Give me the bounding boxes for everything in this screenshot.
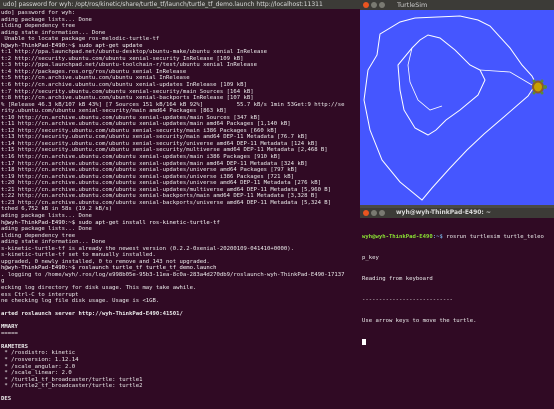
main-terminal-titlebar[interactable]: udo] password for wyh: /opt/ros/kinetic/… (0, 0, 360, 9)
turtle-icon (532, 79, 547, 95)
prompt-user: wyh@wyh-ThinkPad-E490 (362, 234, 433, 240)
turtlesim-title: TurtleSim (397, 1, 428, 9)
main-terminal-title: udo] password for wyh: /opt/ros/kinetic/… (3, 1, 323, 8)
terminal-line: . logging to /home/wyh/.ros/log/e998b05e… (1, 271, 345, 278)
terminal-line: t:20 http://cn.archive.ubuntu.com/ubuntu… (1, 180, 321, 187)
turtlesim-canvas (360, 10, 554, 205)
maximize-icon[interactable] (379, 210, 385, 216)
close-icon[interactable] (363, 210, 369, 216)
teleop-terminal-window[interactable]: wyh@wyh-ThinkPad-E490: ~ wyh@wyh-ThinkPa… (360, 208, 554, 409)
main-terminal-output[interactable]: udo] password for wyh: ading package list… (0, 9, 360, 403)
turtlesim-titlebar[interactable]: TurtleSim (360, 0, 554, 10)
teleop-terminal-title: wyh@wyh-ThinkPad-E490: ~ (396, 209, 491, 216)
command-text-wrap: p_key (362, 255, 379, 261)
terminal-line: t:22 http://cn.archive.ubuntu.com/ubuntu… (1, 193, 318, 200)
terminal-line: DES (1, 396, 12, 403)
terminal-line: t:13 http://security.ubuntu.com/ubuntu x… (1, 134, 308, 141)
teleop-terminal-titlebar[interactable]: wyh@wyh-ThinkPad-E490: ~ (360, 208, 554, 218)
terminal-cursor (362, 339, 366, 345)
teleop-line-3: Use arrow keys to move the turtle. (362, 318, 477, 324)
maximize-icon[interactable] (379, 2, 385, 8)
minimize-icon[interactable] (371, 2, 377, 8)
turtlesim-window[interactable]: TurtleSim (360, 0, 554, 205)
minimize-icon[interactable] (371, 210, 377, 216)
teleop-terminal-output[interactable]: wyh@wyh-ThinkPad-E490:~$ rosrun turtlesi… (360, 218, 554, 360)
turtle1-trail (363, 15, 537, 201)
turtle-trails (363, 15, 547, 201)
teleop-line-2: --------------------------- (362, 297, 453, 303)
main-terminal-window[interactable]: udo] password for wyh: /opt/ros/kinetic/… (0, 0, 360, 409)
teleop-line-1: Reading from keyboard (362, 276, 433, 282)
close-icon[interactable] (363, 2, 369, 8)
trail-connector (479, 69, 533, 86)
turtle2-trail-inner (407, 47, 443, 111)
command-text: rosrun turtlesim turtle_teleo (442, 234, 544, 240)
prompt-path: :~$ (432, 234, 443, 240)
